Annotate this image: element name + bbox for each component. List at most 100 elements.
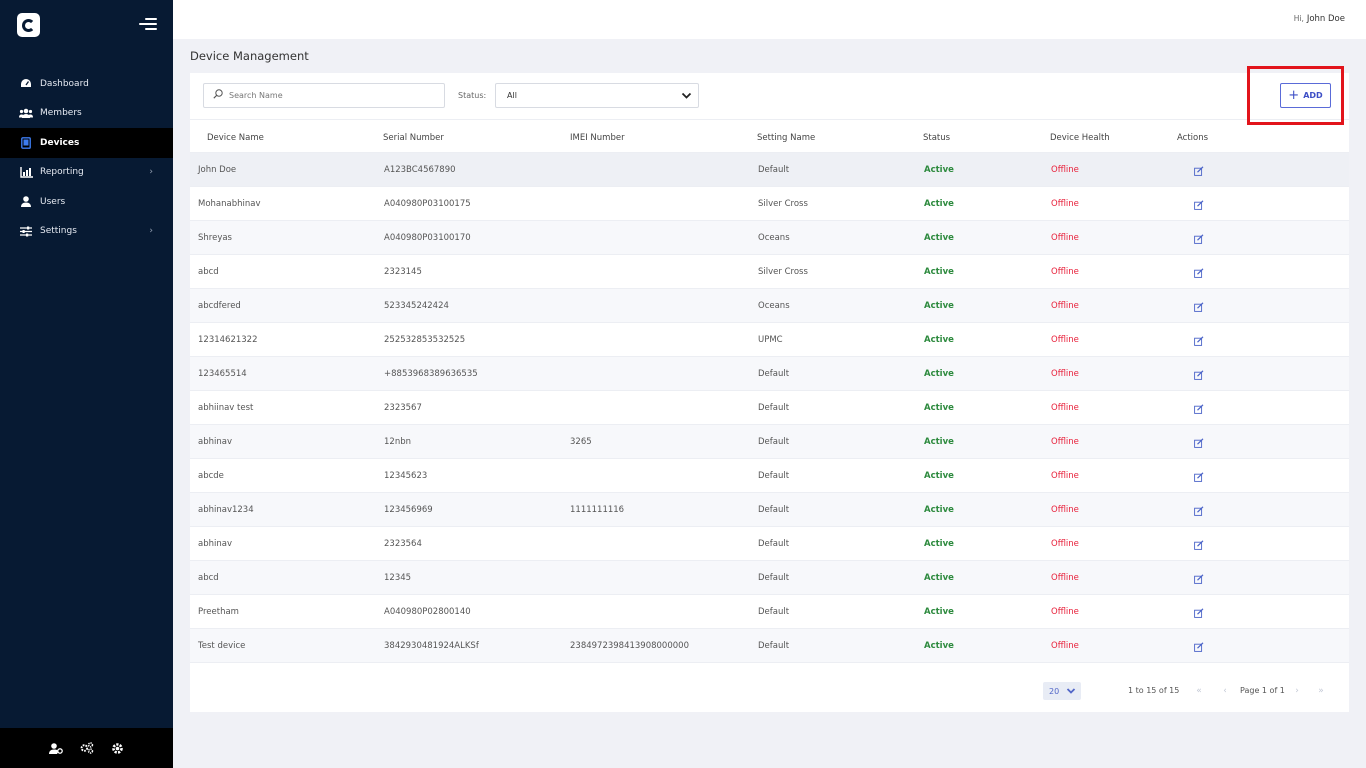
cell-status: Active [924,641,954,651]
cell-device-name: 123465514 [198,369,247,379]
page-size-select[interactable]: 20 [1043,682,1081,700]
table-row[interactable]: abhinav 2323564 Default Active Offline [190,527,1349,561]
cell-device-health: Offline [1051,437,1079,447]
cell-serial-number: 2323145 [384,267,422,277]
edit-icon[interactable] [1194,404,1204,414]
cell-imei-number: 3265 [570,437,592,447]
edit-icon[interactable] [1194,472,1204,482]
menu-toggle-icon[interactable] [139,17,157,31]
page-title: Device Management [190,49,309,63]
table-row[interactable]: abcdfered 523345242424 Oceans Active Offline [190,289,1349,323]
cell-setting-name: Silver Cross [758,267,808,277]
cell-serial-number: 252532853532525 [384,335,466,345]
cell-setting-name: Default [758,539,790,549]
cell-setting-name: Default [758,607,790,617]
cell-device-name: abcdfered [198,301,241,311]
cell-setting-name: Oceans [758,233,790,243]
edit-icon[interactable] [1194,200,1204,210]
chevron-right-icon: › [149,225,153,236]
next-page-icon[interactable]: › [1288,682,1306,700]
user-settings-icon[interactable] [48,741,63,755]
cell-device-health: Offline [1051,301,1079,311]
edit-icon[interactable] [1194,540,1204,550]
chevron-right-icon: › [149,166,153,177]
cell-device-health: Offline [1051,369,1079,379]
edit-icon[interactable] [1194,302,1204,312]
edit-icon[interactable] [1194,166,1204,176]
status-select[interactable]: All [495,83,699,108]
table-row[interactable]: Mohanabhinav A040980P03100175 Silver Cross… [190,187,1349,221]
edit-icon[interactable] [1194,268,1204,278]
previous-page-icon[interactable]: ‹ [1216,682,1234,700]
table-row[interactable]: abhiinav test 2323567 Default Active Offline [190,391,1349,425]
column-header-device-name[interactable]: Device Name [207,133,264,143]
last-page-icon[interactable]: » [1312,682,1330,700]
edit-icon[interactable] [1194,438,1204,448]
reporting-icon [19,166,33,178]
cogs-icon[interactable] [80,741,94,755]
logo-c-mark [22,18,35,32]
column-header-serial-number[interactable]: Serial Number [383,133,444,143]
cell-serial-number: A040980P02800140 [384,607,471,617]
cell-device-health: Offline [1051,199,1079,209]
edit-icon[interactable] [1194,506,1204,516]
cell-serial-number: 2323567 [384,403,422,413]
sidebar-item-users[interactable]: Users [0,187,173,217]
sidebar-footer [0,728,173,768]
plus-icon: + [1288,88,1300,103]
table-row[interactable]: Shreyas A040980P03100170 Oceans Active Offli… [190,221,1349,255]
cell-setting-name: UPMC [758,335,783,345]
sidebar-item-label: Users [40,196,66,207]
edit-icon[interactable] [1194,370,1204,380]
cell-status: Active [924,403,954,413]
edit-icon[interactable] [1194,336,1204,346]
first-page-icon[interactable]: « [1190,682,1208,700]
sidebar-item-devices[interactable]: Devices [0,128,173,158]
status-select-value: All [507,91,517,100]
edit-icon[interactable] [1194,608,1204,618]
table-row[interactable]: Preetham A040980P02800140 Default Active Off… [190,595,1349,629]
table-row[interactable]: abcde 12345623 Default Active Offline [190,459,1349,493]
table-row[interactable]: John Doe A123BC4567890 Default Active Offlin… [190,153,1349,187]
settings-sliders-icon [19,225,33,237]
column-header-device-health[interactable]: Device Health [1050,133,1110,143]
cell-device-name: 12314621322 [198,335,258,345]
app-logo[interactable] [17,13,40,37]
user-name: John Doe [1306,14,1345,24]
cell-status: Active [924,335,954,345]
sidebar-item-settings[interactable]: Settings › [0,217,173,247]
cell-status: Active [924,573,954,583]
column-header-imei-number[interactable]: IMEI Number [570,133,625,143]
sidebar-item-reporting[interactable]: Reporting › [0,158,173,188]
user-greeting[interactable]: Hi, John Doe [1294,14,1345,24]
table-row[interactable]: 12314621322 252532853532525 UPMC Active Offl… [190,323,1349,357]
search-input[interactable] [229,91,429,100]
cell-serial-number: 523345242424 [384,301,449,311]
sidebar-item-members[interactable]: Members [0,99,173,129]
column-header-setting-name[interactable]: Setting Name [757,133,815,143]
sidebar-item-dashboard[interactable]: Dashboard [0,69,173,99]
table-row[interactable]: abcd 2323145 Silver Cross Active Offline [190,255,1349,289]
add-button-label: ADD [1303,91,1323,100]
cell-serial-number: 3842930481924ALKSf [384,641,479,651]
cell-device-name: abhinav [198,539,232,549]
cell-device-name: abcd [198,267,219,277]
cell-device-health: Offline [1051,505,1079,515]
members-icon [19,107,33,119]
table-row[interactable]: Test device 3842930481924ALKSf 23849723984… [190,629,1349,663]
edit-icon[interactable] [1194,234,1204,244]
gear-icon[interactable] [111,741,125,755]
table-row[interactable]: abhinav1234 123456969 1111111116 Default Act… [190,493,1349,527]
edit-icon[interactable] [1194,574,1204,584]
column-header-actions: Actions [1177,133,1209,143]
search-box[interactable] [203,83,445,108]
edit-icon[interactable] [1194,642,1204,652]
add-device-button[interactable]: + ADD [1280,83,1331,108]
top-bar: Hi, John Doe [173,0,1366,39]
cell-status: Active [924,233,954,243]
table-row[interactable]: abcd 12345 Default Active Offline [190,561,1349,595]
table-row[interactable]: 123465514 +8853968389636535 Default Active O… [190,357,1349,391]
cell-device-name: Test device [198,641,246,651]
table-row[interactable]: abhinav 12nbn 3265 Default Active Offline [190,425,1349,459]
column-header-status[interactable]: Status [923,133,950,143]
